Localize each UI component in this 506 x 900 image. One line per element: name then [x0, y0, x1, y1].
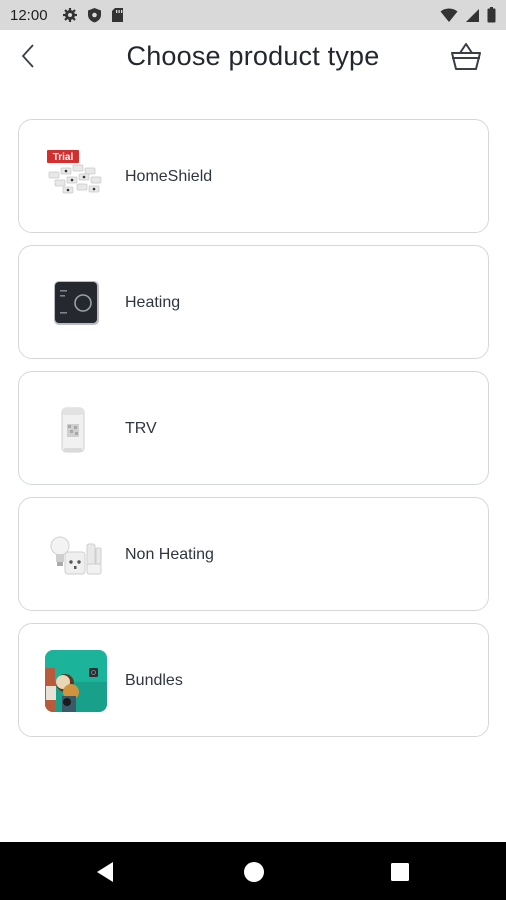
- signal-icon: [465, 8, 480, 23]
- battery-icon: [487, 7, 496, 23]
- product-label: Heating: [125, 294, 181, 311]
- product-label: Bundles: [125, 672, 183, 689]
- product-label: TRV: [125, 420, 157, 437]
- product-label: Non Heating: [125, 546, 214, 563]
- system-nav-bar: [0, 842, 506, 900]
- homeshield-devices-image: Trial: [43, 144, 109, 210]
- basket-button[interactable]: [446, 38, 486, 78]
- sd-card-icon: [111, 7, 124, 23]
- status-bar: 12:00: [0, 0, 506, 30]
- product-card-non-heating[interactable]: Non Heating: [18, 497, 489, 611]
- thermostat-image: [43, 270, 109, 336]
- nav-home-button[interactable]: [241, 859, 267, 885]
- bulb-plug-sensors-image: [43, 522, 109, 588]
- nav-recents-button[interactable]: [387, 859, 413, 885]
- product-card-bundles[interactable]: Bundles: [18, 623, 489, 737]
- bundle-photo-image: [43, 648, 109, 714]
- trial-badge: Trial: [53, 152, 74, 163]
- product-card-homeshield[interactable]: Trial HomeShield: [18, 119, 489, 233]
- triangle-back-icon: [93, 862, 119, 889]
- page-title: Choose product type: [126, 41, 380, 71]
- square-recents-icon: [387, 863, 413, 889]
- gear-icon: [62, 7, 78, 23]
- product-label: HomeShield: [125, 168, 213, 185]
- shield-icon: [87, 7, 102, 23]
- product-type-list: Trial HomeShield Heating TRV Non Heating…: [18, 119, 489, 749]
- status-time: 12:00: [10, 6, 48, 24]
- nav-back-button[interactable]: [93, 859, 119, 885]
- radiator-valve-image: [43, 396, 109, 462]
- app-header: Choose product type: [0, 30, 506, 86]
- circle-home-icon: [241, 862, 267, 889]
- wifi-icon: [440, 8, 458, 23]
- basket-icon: [450, 41, 482, 76]
- product-card-trv[interactable]: TRV: [18, 371, 489, 485]
- product-card-heating[interactable]: Heating: [18, 245, 489, 359]
